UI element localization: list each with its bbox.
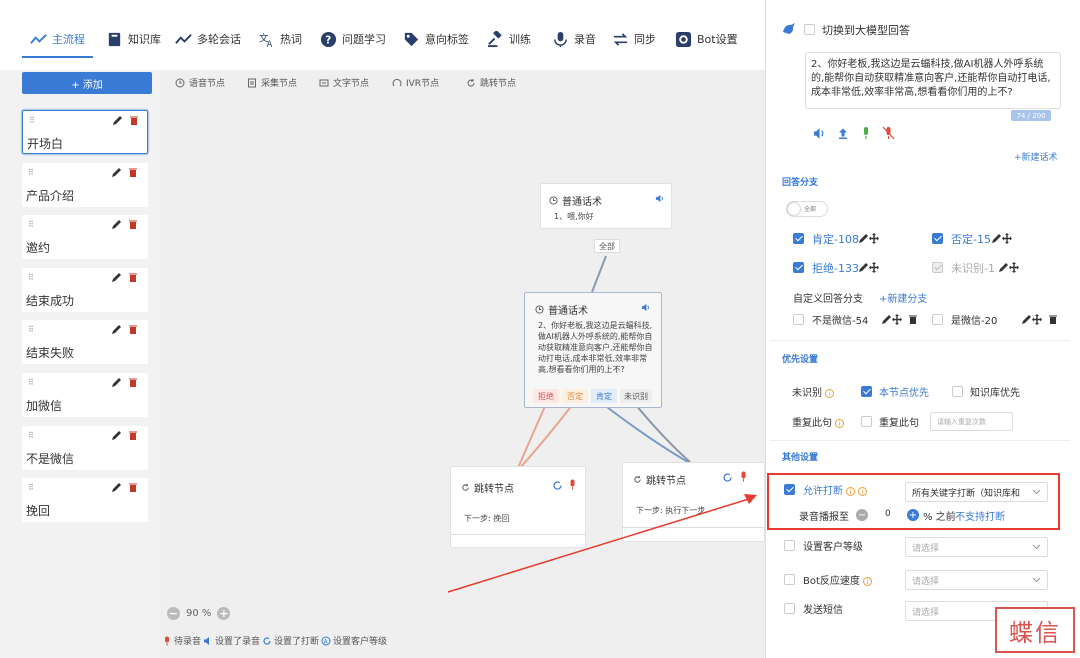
legend: 待录音 设置了录音 设置了打断 A 设置客户等级	[160, 634, 387, 647]
all-toggle[interactable]: 全部	[786, 201, 828, 217]
edit-move-icons[interactable]	[858, 233, 880, 244]
info-icon[interactable]: i	[835, 418, 844, 428]
repeat-checkbox-label: 重复此句	[879, 418, 919, 429]
allow-interrupt-checkbox[interactable]	[784, 484, 795, 495]
edit-move-delete-icons[interactable]	[1021, 314, 1059, 325]
bot-speed-label: Bot反应速度 i	[803, 572, 872, 587]
interrupt-mode-select[interactable]: 所有关键字打断（知识库和	[905, 482, 1048, 502]
branch-reject-label: 拒绝-133	[812, 262, 859, 275]
other-section-title: 其他设置	[782, 453, 819, 463]
this-node-first-checkbox[interactable]	[861, 386, 872, 397]
zoom-out-button[interactable]: −	[167, 607, 180, 620]
kb-first-label: 知识库优先	[970, 388, 1020, 399]
send-sms-label: 发送短信	[803, 605, 843, 616]
label-text: 重复此句	[792, 418, 832, 429]
branch-unrecognized-checkbox	[932, 262, 943, 273]
label-text: 未识别	[792, 388, 822, 399]
new-script-link[interactable]: +新建话术	[1014, 150, 1058, 163]
legend-item: 待录音	[174, 637, 202, 647]
chevron-down-icon	[1032, 487, 1041, 496]
new-branch-link[interactable]: +新建分支	[879, 290, 927, 305]
volume-icon[interactable]	[813, 127, 826, 140]
watermark-logo: 蝶信	[995, 607, 1075, 653]
zoom-control: − 90 % +	[167, 607, 236, 620]
switch-llm-checkbox[interactable]	[804, 24, 815, 35]
customer-level-checkbox[interactable]	[784, 540, 795, 551]
edit-move-icons[interactable]	[858, 262, 880, 273]
volume-icon	[204, 636, 210, 645]
upload-icon[interactable]	[837, 127, 849, 140]
repeat-checkbox[interactable]	[861, 416, 872, 427]
increment-button[interactable]: +	[907, 509, 919, 521]
script-textarea[interactable]: 2、你好老板,我这边是云蝠科技,做AI机器人外呼系统的,能帮你自动获取精准意向客…	[805, 52, 1061, 109]
legend-item: 设置了打断	[274, 637, 320, 647]
mic-icon[interactable]	[860, 126, 872, 140]
custom-branch-checkbox[interactable]	[793, 314, 804, 325]
toggle-knob	[788, 203, 800, 215]
sync-icon	[263, 636, 271, 645]
repeat-count-input[interactable]: 请输入重复次数	[930, 412, 1013, 431]
switch-llm-label: 切换到大模型回答	[822, 24, 910, 37]
kb-first-checkbox[interactable]	[952, 386, 963, 397]
custom-branch-checkbox[interactable]	[932, 314, 943, 325]
branch-reject-checkbox[interactable]	[793, 262, 804, 273]
select-placeholder: 请选择	[912, 543, 940, 554]
info-icon[interactable]: i	[858, 486, 867, 496]
zoom-level: 90 %	[186, 608, 212, 619]
playback-label: 录音播报至	[799, 512, 849, 523]
section-divider	[770, 340, 1070, 341]
user-level-icon: A	[321, 636, 331, 645]
bot-speed-checkbox[interactable]	[784, 574, 795, 585]
select-placeholder: 请选择	[912, 576, 940, 587]
custom-branch-item: 是微信-20	[951, 316, 998, 327]
label-text: Bot反应速度	[803, 576, 860, 587]
playback-value[interactable]: 0	[885, 509, 891, 519]
custom-branch-label: 自定义回答分支	[793, 294, 863, 305]
select-placeholder: 请选择	[912, 607, 940, 618]
decrement-button[interactable]: −	[856, 509, 868, 521]
branch-positive-checkbox[interactable]	[793, 233, 804, 244]
info-icon[interactable]: i	[862, 576, 872, 586]
branch-negative-label: 否定-15	[951, 233, 991, 246]
branch-positive-label: 肯定-108	[812, 233, 859, 246]
branch-section-title: 回答分支	[782, 178, 819, 188]
zoom-in-button[interactable]: +	[217, 607, 231, 620]
chevron-down-icon	[1032, 544, 1041, 550]
playback-suffix: % 之前	[923, 512, 956, 523]
edit-move-icons[interactable]	[998, 262, 1020, 273]
unrecognized-priority-label: 未识别 i	[792, 384, 834, 399]
customer-level-select[interactable]: 请选择	[905, 537, 1048, 557]
edit-move-delete-icons[interactable]	[881, 314, 919, 325]
allow-interrupt-label: 允许打断 i i	[803, 482, 867, 497]
edit-move-icons[interactable]	[991, 233, 1013, 244]
custom-branch-item: 不是微信-54	[812, 316, 869, 327]
repeat-label: 重复此句 i	[792, 414, 844, 429]
branch-unrecognized-label: 未识别-1	[951, 262, 995, 275]
legend-item: 设置了录音	[215, 637, 261, 647]
chevron-down-icon	[1032, 577, 1041, 583]
mic-icon	[165, 636, 169, 645]
info-icon[interactable]: i	[825, 388, 834, 398]
char-counter: 74 / 200	[1011, 110, 1051, 121]
this-node-first-label: 本节点优先	[879, 388, 929, 399]
customer-level-label: 设置客户等级	[803, 542, 863, 553]
label-text: 允许打断	[803, 486, 843, 497]
toggle-label: 全部	[804, 206, 817, 213]
robot-icon	[783, 23, 795, 34]
select-value: 所有关键字打断（知识库和	[912, 488, 1021, 499]
branch-negative-checkbox[interactable]	[932, 233, 943, 244]
bot-speed-select[interactable]: 请选择	[905, 570, 1048, 590]
legend-item: 设置客户等级	[333, 637, 388, 647]
priority-section-title: 优先设置	[782, 355, 819, 365]
info-icon[interactable]: i	[846, 486, 855, 496]
mic-off-icon[interactable]	[882, 126, 895, 140]
section-divider	[770, 440, 1070, 441]
send-sms-checkbox[interactable]	[784, 603, 795, 614]
no-interrupt-link[interactable]: 不支持打断	[955, 508, 1005, 523]
